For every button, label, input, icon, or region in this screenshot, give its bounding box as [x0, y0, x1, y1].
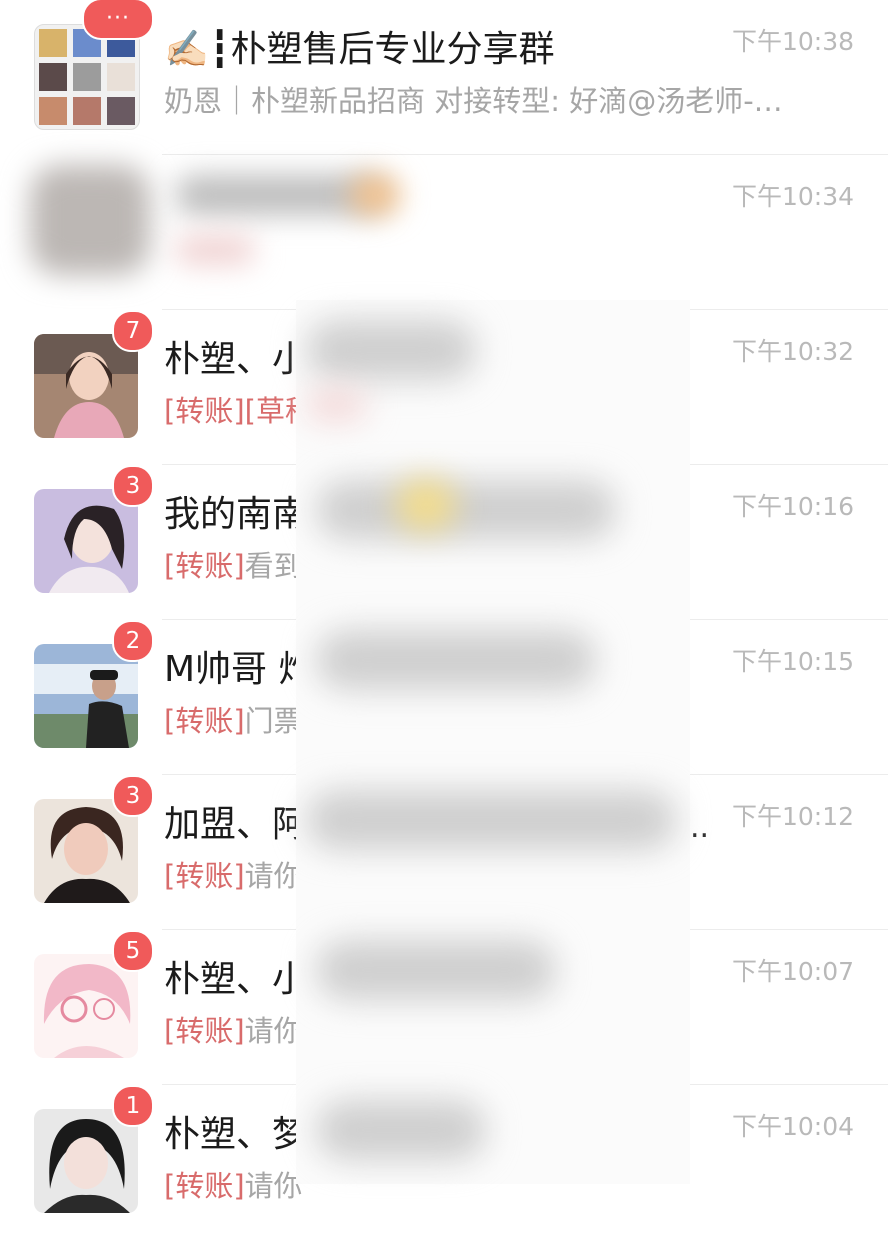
chat-time: 下午10:34: [731, 182, 854, 211]
chat-title: 加盟、阿: [164, 804, 309, 845]
chat-row[interactable]: 下午10:34: [0, 155, 888, 310]
transfer-tag: [转账]: [164, 1169, 245, 1203]
blur-patch: [316, 1100, 486, 1160]
more-badge: ···: [82, 0, 154, 40]
chat-time: 下午10:16: [731, 492, 854, 521]
unread-badge: 1: [112, 1085, 154, 1127]
chat-title: 朴塑、小: [164, 959, 309, 1000]
chat-time: 下午10:12: [731, 802, 854, 831]
chat-preview: 请你: [244, 859, 303, 893]
chat-title: 我的南南: [164, 494, 309, 535]
unread-badge: 3: [112, 465, 154, 507]
chat-preview: 奶恩｜朴塑新品招商 对接转型: 好滴@汤老师-…: [164, 84, 783, 118]
chat-time: 下午10:07: [731, 957, 854, 986]
transfer-tag: [转账]: [164, 1014, 245, 1048]
chat-title: 朴塑、小: [164, 339, 309, 380]
chat-preview: 看到: [244, 549, 303, 583]
transfer-tag: [转账]: [164, 549, 245, 583]
unread-badge: 2: [112, 620, 154, 662]
chat-row[interactable]: ··· ✍🏻┇朴塑售后专业分享群 奶恩｜朴塑新品招商 对接转型: 好滴@汤老师-…: [0, 0, 888, 155]
blurred-emoji: [350, 175, 400, 215]
chat-time: 下午10:32: [731, 337, 854, 366]
blur-patch: [316, 940, 556, 1000]
chat-time: 下午10:15: [731, 647, 854, 676]
chat-title: 朴塑、梦: [164, 1114, 309, 1155]
unread-badge: 3: [112, 775, 154, 817]
privacy-blur-overlay: [296, 300, 690, 1184]
unread-badge: 5: [112, 930, 154, 972]
transfer-tag: [转账]: [164, 859, 245, 893]
blurred-avatar: [30, 165, 150, 275]
chat-time: 下午10:38: [731, 27, 854, 56]
blur-patch: [306, 320, 476, 380]
chat-preview: 请你: [244, 1014, 303, 1048]
chat-title: M帅哥 炸: [164, 649, 315, 690]
blur-patch: [316, 630, 596, 690]
blur-patch: [306, 790, 676, 850]
chat-title: ✍🏻┇朴塑售后专业分享群: [164, 29, 555, 70]
blur-patch: [316, 480, 616, 540]
transfer-tag: [转账]: [164, 394, 245, 428]
blur-patch: [396, 480, 456, 530]
chat-preview: 请你: [244, 1169, 303, 1203]
transfer-tag: [转账]: [164, 704, 245, 738]
chat-preview: 门票: [244, 704, 303, 738]
blur-patch: [306, 390, 366, 420]
ellipsis-text: ..: [690, 810, 710, 845]
chat-time: 下午10:04: [731, 1112, 854, 1141]
blurred-tag: [175, 235, 255, 265]
unread-badge: 7: [112, 310, 154, 352]
